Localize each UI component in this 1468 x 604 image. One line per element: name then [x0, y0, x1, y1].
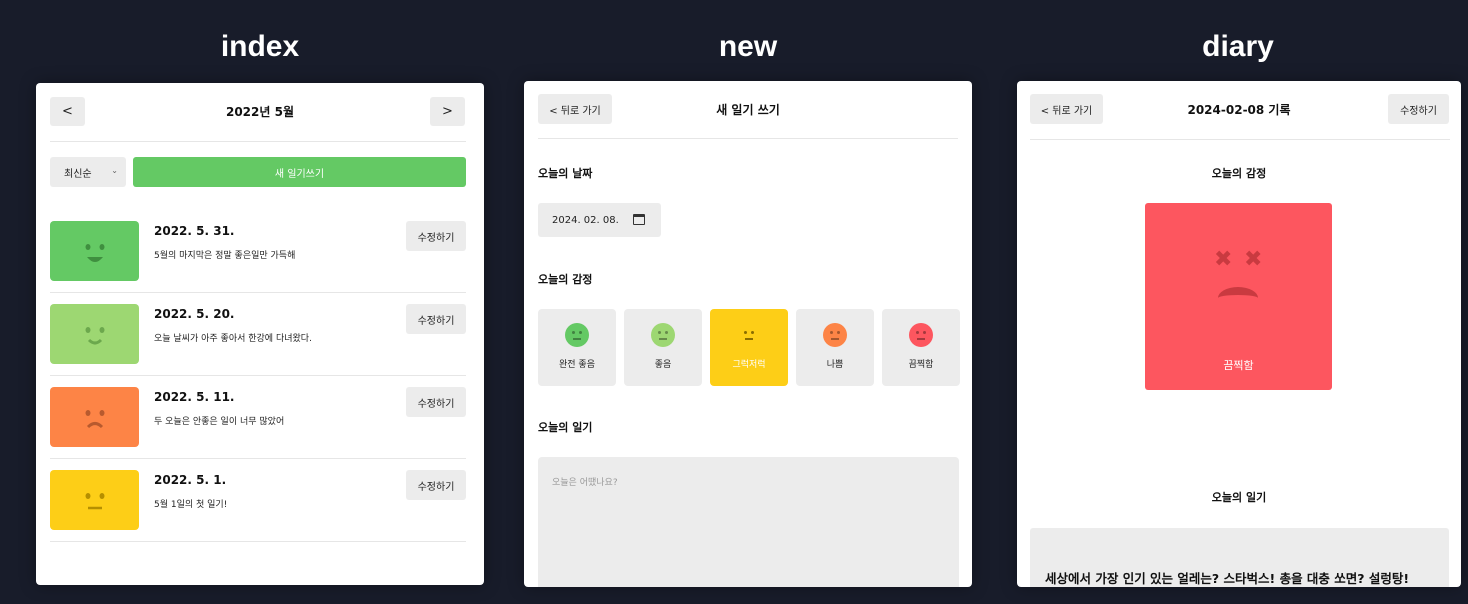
emotion-option-label: 끔찍함	[908, 360, 934, 370]
emotion-very-good-option[interactable]: 완전 좋음	[538, 309, 616, 386]
edit-button[interactable]: 수정하기	[406, 304, 466, 334]
left-eye-x: ✖	[1214, 247, 1233, 272]
list-divider	[50, 541, 466, 542]
emotion-face-icon[interactable]	[50, 304, 139, 364]
emotion-good-icon	[651, 323, 675, 347]
date-input[interactable]: 2024. 02. 08.	[538, 203, 661, 237]
diary-excerpt: 5월의 마지막은 정말 좋은일만 가득해	[154, 251, 296, 261]
diary-excerpt: 오늘 날씨가 아주 좋아서 한강에 다녀왔다.	[154, 334, 312, 344]
diary-content-box: 세상에서 가장 인기 있는 얼레는? 스타벅스! 총을 대충 쏘면? 설렁탕!	[1030, 528, 1449, 587]
terrible-face-icon: ✖ ✖	[1208, 243, 1270, 309]
edit-button[interactable]: 수정하기	[406, 221, 466, 251]
emotion-so-so-option[interactable]: 그럭저럭	[710, 309, 788, 386]
sort-select-value: 최신순	[64, 168, 92, 180]
emotion-so-so-icon	[737, 323, 761, 347]
diary-section-label: 오늘의 일기	[538, 421, 593, 434]
diary-section-label: 오늘의 일기	[1211, 491, 1267, 504]
index-section-title: index	[220, 30, 300, 63]
edit-button[interactable]: 수정하기	[1388, 94, 1449, 124]
diary-textarea-placeholder: 오늘은 어땠나요?	[552, 478, 618, 488]
diary-excerpt: 두 오늘은 안좋은 일이 너무 많았어	[154, 417, 285, 427]
list-divider	[50, 375, 466, 376]
frown-mouth	[1218, 287, 1258, 309]
back-button[interactable]: < 뒤로 가기	[1030, 94, 1103, 124]
diary-content-text: 세상에서 가장 인기 있는 얼레는? 스타벅스! 총을 대충 쏘면? 설렁탕!	[1045, 571, 1410, 586]
emotion-option-label: 그럭저럭	[732, 360, 766, 370]
diary-date: 2022. 5. 20.	[154, 307, 235, 321]
diary-list-item[interactable]: 2022. 5. 1. 5월 1일의 첫 일기! 수정하기	[50, 470, 466, 530]
new-page-title: 새 일기 쓰기	[716, 103, 780, 117]
chevron-down-icon: ⌄	[111, 166, 118, 175]
right-eye-x: ✖	[1244, 247, 1263, 272]
emotion-good-option[interactable]: 좋음	[624, 309, 702, 386]
list-divider	[50, 458, 466, 459]
new-section-title: new	[718, 30, 778, 63]
emotion-face-icon[interactable]	[50, 221, 139, 281]
diary-section-title: diary	[1202, 30, 1274, 63]
emotion-section-label: 오늘의 감정	[1211, 167, 1267, 180]
emotion-option-label: 나쁨	[826, 360, 844, 370]
diary-date: 2022. 5. 11.	[154, 390, 235, 404]
new-panel: < 뒤로 가기 새 일기 쓰기 오늘의 날짜 2024. 02. 08. 오늘의…	[524, 81, 972, 587]
diary-panel: < 뒤로 가기 2024-02-08 기록 수정하기 오늘의 감정 ✖ ✖ 끔찍…	[1017, 81, 1461, 587]
diary-list-item[interactable]: 2022. 5. 31. 5월의 마지막은 정말 좋은일만 가득해 수정하기	[50, 221, 466, 281]
header-divider	[1030, 139, 1450, 140]
prev-month-button[interactable]: <	[50, 97, 85, 126]
emotion-option-label: 좋음	[654, 360, 672, 370]
edit-button[interactable]: 수정하기	[406, 470, 466, 500]
header-divider	[50, 141, 466, 142]
date-input-value: 2024. 02. 08.	[552, 214, 619, 226]
emotion-bad-icon	[823, 323, 847, 347]
back-button[interactable]: < 뒤로 가기	[538, 94, 612, 124]
emotion-terrible-icon	[909, 323, 933, 347]
diary-textarea[interactable]: 오늘은 어땠나요?	[538, 457, 959, 587]
emotion-terrible-option[interactable]: 끔찍함	[882, 309, 960, 386]
edit-button[interactable]: 수정하기	[406, 387, 466, 417]
diary-date: 2022. 5. 1.	[154, 473, 227, 487]
emotion-section-label: 오늘의 감정	[538, 273, 593, 286]
calendar-icon[interactable]	[633, 214, 645, 225]
index-panel: < 2022년 5월 > 최신순 ⌄ 새 일기쓰기 2022. 5. 31. 5월…	[36, 83, 484, 585]
date-section-label: 오늘의 날짜	[538, 167, 593, 180]
emotion-bad-option[interactable]: 나쁨	[796, 309, 874, 386]
diary-page-title: 2024-02-08 기록	[1187, 103, 1291, 117]
sort-select[interactable]: 최신순 ⌄	[50, 157, 126, 187]
emotion-display-name: 끔찍함	[1223, 359, 1254, 372]
emotion-face-icon[interactable]	[50, 470, 139, 530]
diary-excerpt: 5월 1일의 첫 일기!	[154, 500, 228, 510]
emotion-face-icon[interactable]	[50, 387, 139, 447]
diary-date: 2022. 5. 31.	[154, 224, 235, 238]
diary-list-item[interactable]: 2022. 5. 11. 두 오늘은 안좋은 일이 너무 많았어 수정하기	[50, 387, 466, 447]
emotion-display: ✖ ✖ 끔찍함	[1145, 203, 1332, 390]
new-diary-button[interactable]: 새 일기쓰기	[133, 157, 466, 187]
diary-list-item[interactable]: 2022. 5. 20. 오늘 날씨가 아주 좋아서 한강에 다녀왔다. 수정하기	[50, 304, 466, 364]
next-month-button[interactable]: >	[430, 97, 465, 126]
header-divider	[538, 138, 958, 139]
emotion-option-label: 완전 좋음	[559, 360, 595, 370]
list-divider	[50, 292, 466, 293]
month-title: 2022년 5월	[225, 105, 294, 119]
emotion-very-good-icon	[565, 323, 589, 347]
